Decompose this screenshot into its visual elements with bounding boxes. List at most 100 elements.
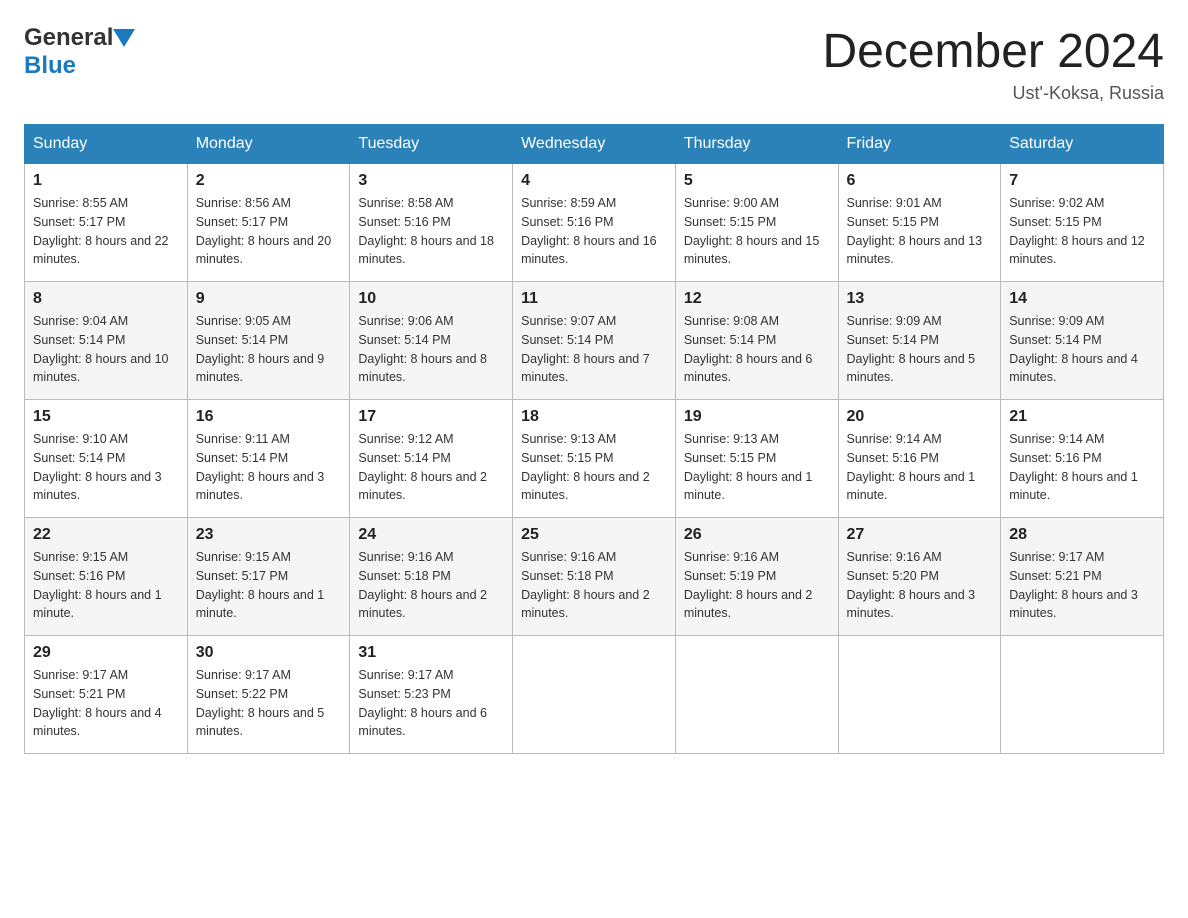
- calendar-header-row: SundayMondayTuesdayWednesdayThursdayFrid…: [25, 125, 1164, 164]
- calendar-week-row: 15Sunrise: 9:10 AMSunset: 5:14 PMDayligh…: [25, 400, 1164, 518]
- calendar-cell: 18 Sunrise: 9:13 AMSunset: 5:15 PMDayligh…: [513, 400, 676, 518]
- day-info: Sunrise: 8:58 AMSunset: 5:16 PMDaylight:…: [358, 194, 504, 269]
- logo-triangle-icon: [113, 29, 135, 47]
- day-info: Sunrise: 9:05 AMSunset: 5:14 PMDaylight:…: [196, 312, 342, 387]
- calendar-header-saturday: Saturday: [1001, 125, 1164, 164]
- day-info: Sunrise: 9:13 AMSunset: 5:15 PMDaylight:…: [684, 430, 830, 505]
- calendar-cell: 11 Sunrise: 9:07 AMSunset: 5:14 PMDayligh…: [513, 282, 676, 400]
- day-number: 21: [1009, 408, 1155, 426]
- day-number: 30: [196, 644, 342, 662]
- day-number: 4: [521, 172, 667, 190]
- calendar-cell: 7Sunrise: 9:02 AMSunset: 5:15 PMDaylight…: [1001, 164, 1164, 282]
- calendar-cell: [675, 636, 838, 754]
- day-info: Sunrise: 9:15 AMSunset: 5:16 PMDaylight:…: [33, 548, 179, 623]
- day-number: 28: [1009, 526, 1155, 544]
- calendar-cell: 20 Sunrise: 9:14 AMSunset: 5:16 PMDayligh…: [838, 400, 1001, 518]
- day-info: Sunrise: 9:07 AMSunset: 5:14 PMDaylight:…: [521, 312, 667, 387]
- calendar-cell: [1001, 636, 1164, 754]
- day-number: 15: [33, 408, 179, 426]
- calendar-cell: 2Sunrise: 8:56 AMSunset: 5:17 PMDaylight…: [187, 164, 350, 282]
- day-number: 5: [684, 172, 830, 190]
- day-info: Sunrise: 8:56 AMSunset: 5:17 PMDaylight:…: [196, 194, 342, 269]
- day-info: Sunrise: 9:11 AMSunset: 5:14 PMDaylight:…: [196, 430, 342, 505]
- day-info: Sunrise: 9:01 AMSunset: 5:15 PMDaylight:…: [847, 194, 993, 269]
- calendar-cell: 6 Sunrise: 9:01 AMSunset: 5:15 PMDaylight…: [838, 164, 1001, 282]
- calendar-cell: [513, 636, 676, 754]
- calendar-header-sunday: Sunday: [25, 125, 188, 164]
- calendar-header-thursday: Thursday: [675, 125, 838, 164]
- day-number: 13: [847, 290, 993, 308]
- day-number: 3: [358, 172, 504, 190]
- location: Ust'-Koksa, Russia: [822, 83, 1164, 104]
- logo-general: General: [24, 24, 113, 52]
- calendar-cell: 12 Sunrise: 9:08 AMSunset: 5:14 PMDayligh…: [675, 282, 838, 400]
- day-number: 27: [847, 526, 993, 544]
- calendar-cell: 31 Sunrise: 9:17 AMSunset: 5:23 PMDayligh…: [350, 636, 513, 754]
- day-number: 31: [358, 644, 504, 662]
- day-info: Sunrise: 9:14 AMSunset: 5:16 PMDaylight:…: [1009, 430, 1155, 505]
- day-number: 24: [358, 526, 504, 544]
- calendar-cell: 22 Sunrise: 9:15 AMSunset: 5:16 PMDayligh…: [25, 518, 188, 636]
- calendar-cell: 27 Sunrise: 9:16 AMSunset: 5:20 PMDayligh…: [838, 518, 1001, 636]
- day-info: Sunrise: 8:59 AMSunset: 5:16 PMDaylight:…: [521, 194, 667, 269]
- day-info: Sunrise: 9:02 AMSunset: 5:15 PMDaylight:…: [1009, 194, 1155, 269]
- day-number: 11: [521, 290, 667, 308]
- calendar-cell: 24 Sunrise: 9:16 AMSunset: 5:18 PMDayligh…: [350, 518, 513, 636]
- day-info: Sunrise: 9:09 AMSunset: 5:14 PMDaylight:…: [847, 312, 993, 387]
- day-info: Sunrise: 9:04 AMSunset: 5:14 PMDaylight:…: [33, 312, 179, 387]
- calendar-cell: 9 Sunrise: 9:05 AMSunset: 5:14 PMDaylight…: [187, 282, 350, 400]
- calendar-cell: 25 Sunrise: 9:16 AMSunset: 5:18 PMDayligh…: [513, 518, 676, 636]
- day-info: Sunrise: 9:08 AMSunset: 5:14 PMDaylight:…: [684, 312, 830, 387]
- calendar-cell: 29 Sunrise: 9:17 AMSunset: 5:21 PMDayligh…: [25, 636, 188, 754]
- calendar-cell: 13 Sunrise: 9:09 AMSunset: 5:14 PMDayligh…: [838, 282, 1001, 400]
- calendar-header-wednesday: Wednesday: [513, 125, 676, 164]
- day-number: 1: [33, 172, 179, 190]
- calendar-week-row: 22 Sunrise: 9:15 AMSunset: 5:16 PMDayligh…: [25, 518, 1164, 636]
- day-info: Sunrise: 9:17 AMSunset: 5:21 PMDaylight:…: [1009, 548, 1155, 623]
- day-number: 16: [196, 408, 342, 426]
- day-info: Sunrise: 9:17 AMSunset: 5:21 PMDaylight:…: [33, 666, 179, 741]
- day-number: 10: [358, 290, 504, 308]
- page-header: General Blue December 2024 Ust'-Koksa, R…: [24, 24, 1164, 104]
- day-info: Sunrise: 9:17 AMSunset: 5:23 PMDaylight:…: [358, 666, 504, 741]
- day-info: Sunrise: 9:16 AMSunset: 5:20 PMDaylight:…: [847, 548, 993, 623]
- day-info: Sunrise: 9:13 AMSunset: 5:15 PMDaylight:…: [521, 430, 667, 505]
- day-info: Sunrise: 9:16 AMSunset: 5:18 PMDaylight:…: [521, 548, 667, 623]
- day-info: Sunrise: 9:17 AMSunset: 5:22 PMDaylight:…: [196, 666, 342, 741]
- calendar-cell: 21 Sunrise: 9:14 AMSunset: 5:16 PMDayligh…: [1001, 400, 1164, 518]
- calendar-week-row: 29 Sunrise: 9:17 AMSunset: 5:21 PMDayligh…: [25, 636, 1164, 754]
- day-info: Sunrise: 9:16 AMSunset: 5:18 PMDaylight:…: [358, 548, 504, 623]
- day-number: 23: [196, 526, 342, 544]
- day-info: Sunrise: 9:06 AMSunset: 5:14 PMDaylight:…: [358, 312, 504, 387]
- day-info: Sunrise: 9:15 AMSunset: 5:17 PMDaylight:…: [196, 548, 342, 623]
- day-info: Sunrise: 9:12 AMSunset: 5:14 PMDaylight:…: [358, 430, 504, 505]
- day-number: 9: [196, 290, 342, 308]
- logo-blue: Blue: [24, 52, 76, 80]
- day-number: 6: [847, 172, 993, 190]
- calendar-cell: 15Sunrise: 9:10 AMSunset: 5:14 PMDayligh…: [25, 400, 188, 518]
- calendar-header-tuesday: Tuesday: [350, 125, 513, 164]
- calendar-cell: 16 Sunrise: 9:11 AMSunset: 5:14 PMDayligh…: [187, 400, 350, 518]
- month-title: December 2024: [822, 24, 1164, 79]
- day-number: 12: [684, 290, 830, 308]
- day-info: Sunrise: 9:00 AMSunset: 5:15 PMDaylight:…: [684, 194, 830, 269]
- calendar-cell: 17 Sunrise: 9:12 AMSunset: 5:14 PMDayligh…: [350, 400, 513, 518]
- day-number: 29: [33, 644, 179, 662]
- day-number: 25: [521, 526, 667, 544]
- day-number: 26: [684, 526, 830, 544]
- day-number: 22: [33, 526, 179, 544]
- day-number: 17: [358, 408, 504, 426]
- calendar-cell: 5 Sunrise: 9:00 AMSunset: 5:15 PMDaylight…: [675, 164, 838, 282]
- day-info: Sunrise: 9:09 AMSunset: 5:14 PMDaylight:…: [1009, 312, 1155, 387]
- calendar-table: SundayMondayTuesdayWednesdayThursdayFrid…: [24, 124, 1164, 754]
- title-section: December 2024 Ust'-Koksa, Russia: [822, 24, 1164, 104]
- calendar-week-row: 8Sunrise: 9:04 AMSunset: 5:14 PMDaylight…: [25, 282, 1164, 400]
- calendar-cell: 3 Sunrise: 8:58 AMSunset: 5:16 PMDaylight…: [350, 164, 513, 282]
- day-info: Sunrise: 8:55 AMSunset: 5:17 PMDaylight:…: [33, 194, 179, 269]
- calendar-cell: 19Sunrise: 9:13 AMSunset: 5:15 PMDayligh…: [675, 400, 838, 518]
- calendar-cell: [838, 636, 1001, 754]
- day-info: Sunrise: 9:14 AMSunset: 5:16 PMDaylight:…: [847, 430, 993, 505]
- day-number: 18: [521, 408, 667, 426]
- day-number: 20: [847, 408, 993, 426]
- calendar-cell: 30 Sunrise: 9:17 AMSunset: 5:22 PMDayligh…: [187, 636, 350, 754]
